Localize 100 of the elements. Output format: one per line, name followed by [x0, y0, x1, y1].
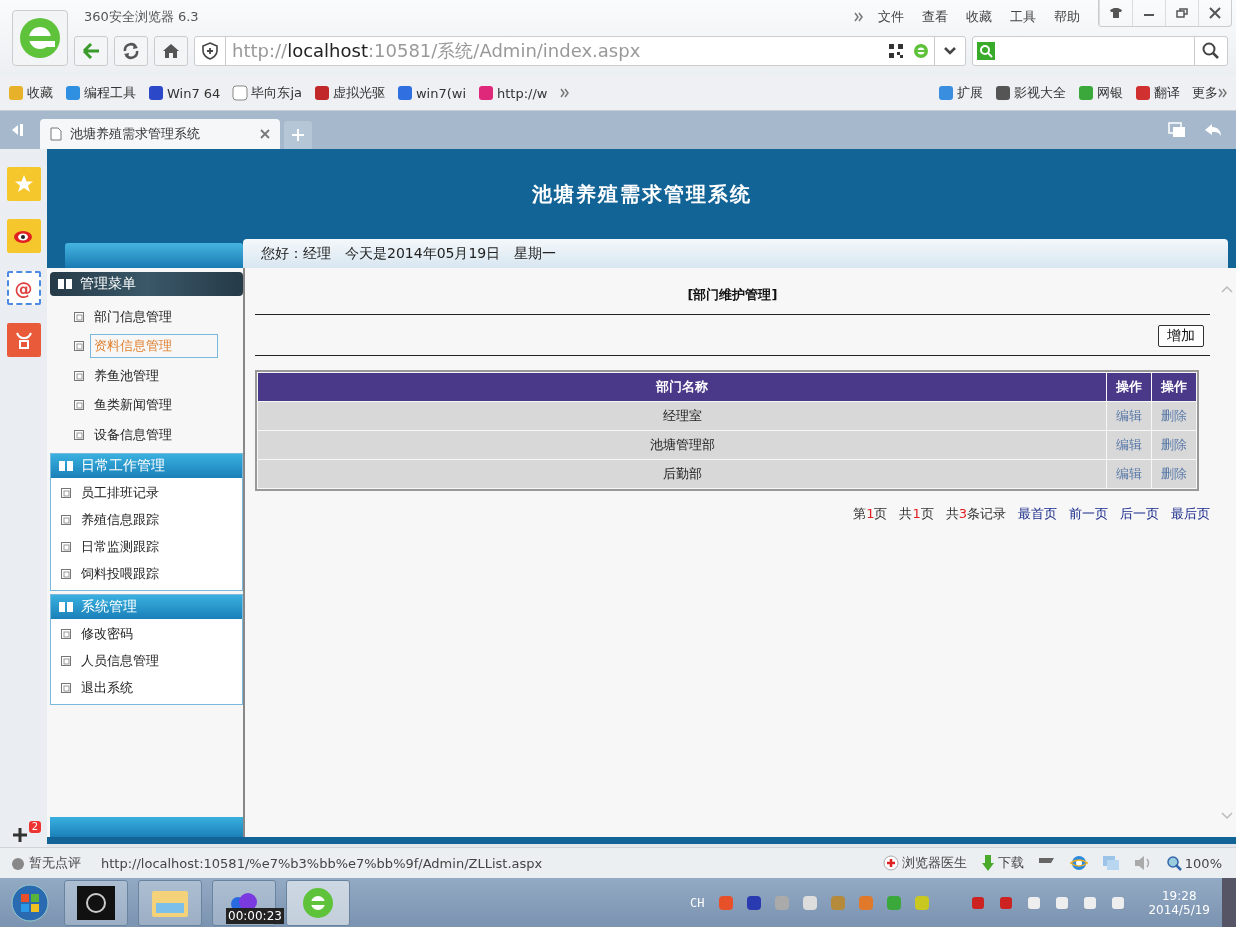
- page-icon: [61, 569, 71, 579]
- menu-item[interactable]: 文件: [878, 8, 904, 26]
- volume-icon[interactable]: [1133, 855, 1152, 871]
- pager-link[interactable]: 前一页: [1069, 505, 1108, 523]
- add-button[interactable]: 增加: [1158, 325, 1204, 347]
- toolbar-icon: [995, 85, 1011, 101]
- medical-cross-icon: [882, 855, 899, 871]
- pager-link[interactable]: 最后页: [1171, 505, 1210, 523]
- menu-section-header[interactable]: 管理菜单: [50, 272, 243, 296]
- window-title: 360安全浏览器 6.3: [84, 8, 199, 26]
- bookmark-icon: [148, 85, 164, 101]
- double-chevron-icon[interactable]: [559, 88, 570, 98]
- start-button[interactable]: [10, 882, 50, 923]
- undo-icon[interactable]: [1204, 123, 1222, 137]
- back-arrow-icon: [82, 43, 100, 59]
- tray-icon[interactable]: [746, 894, 763, 911]
- eye-icon[interactable]: [6, 219, 41, 253]
- menu-link[interactable]: 人员信息管理: [77, 649, 163, 673]
- back-button[interactable]: [74, 36, 108, 66]
- menu-link[interactable]: 养鱼池管理: [90, 363, 163, 388]
- bookmark-icon: [232, 85, 249, 101]
- welcome-text: 您好：经理 今天是2014年05月19日 星期一: [243, 239, 1228, 268]
- download-item[interactable]: 下载: [980, 854, 1024, 872]
- menu-link[interactable]: 员工排班记录: [77, 481, 163, 505]
- new-tab-button[interactable]: [284, 121, 312, 149]
- menu-link[interactable]: 部门信息管理: [90, 304, 176, 329]
- menu-link[interactable]: 设备信息管理: [90, 422, 176, 447]
- bookmark-item[interactable]: 虚拟光驱: [313, 84, 385, 102]
- bookmark-icon: [65, 85, 81, 101]
- address-bar[interactable]: http://localhost:10581/系统/Admin/index.aspx: [194, 36, 966, 66]
- bookmark-item[interactable]: 编程工具: [65, 84, 136, 102]
- scroll-up-icon[interactable]: [1220, 284, 1234, 294]
- column-header: 操作: [1152, 373, 1196, 401]
- refresh-button[interactable]: [114, 36, 148, 66]
- search-engine-icon[interactable]: [977, 42, 995, 60]
- menu-link[interactable]: 养殖信息跟踪: [77, 508, 163, 532]
- zoom-level[interactable]: 100%: [1165, 855, 1222, 871]
- home-button[interactable]: [154, 36, 188, 66]
- add-icon[interactable]: [11, 827, 28, 843]
- tray-icon[interactable]: [998, 894, 1015, 911]
- tray-icon[interactable]: [1026, 894, 1043, 911]
- tray-icon[interactable]: [970, 894, 987, 911]
- search-field[interactable]: [972, 36, 1228, 66]
- magnifier-icon: [1165, 855, 1182, 871]
- scroll-down-icon[interactable]: [1220, 811, 1234, 821]
- pager-link[interactable]: 最首页: [1018, 505, 1057, 523]
- mail-button[interactable]: @: [6, 271, 41, 305]
- menu-item[interactable]: 帮助: [1054, 8, 1080, 26]
- tray-icon[interactable]: [1082, 894, 1099, 911]
- status-url: http://localhost:10581/%e7%b3%bb%e7%bb%9f/Admin/ZLList.aspx: [101, 855, 543, 871]
- bookmark-item[interactable]: http://w: [478, 85, 548, 101]
- bookmark-item[interactable]: Win7 64: [148, 85, 221, 101]
- table-cell: 池塘管理部: [258, 431, 1106, 459]
- caret-icon: [943, 46, 957, 56]
- table-cell: 后勤部: [258, 460, 1106, 488]
- shopping-bag-icon[interactable]: [6, 323, 41, 357]
- pager-link[interactable]: 后一页: [1120, 505, 1159, 523]
- section-icon: [59, 459, 75, 472]
- browser-doctor-item[interactable]: 浏览器医生: [882, 854, 967, 872]
- toolbar-item[interactable]: 翻译: [1135, 84, 1180, 102]
- search-icon: [1202, 42, 1220, 60]
- pager-count: 共3条记录: [945, 505, 1006, 523]
- close-icon[interactable]: [260, 129, 270, 139]
- bookmark-item[interactable]: 收藏: [8, 84, 53, 102]
- page-icon: [74, 400, 84, 411]
- tray-icon[interactable]: [1110, 894, 1127, 911]
- menu-link[interactable]: 饲料投喂跟踪: [77, 562, 163, 586]
- taskbar-button[interactable]: [64, 879, 128, 926]
- menu-item[interactable]: 收藏: [966, 8, 992, 26]
- menu-item[interactable]: 查看: [922, 8, 948, 26]
- double-chevron-icon[interactable]: [854, 12, 864, 22]
- toolbar-item[interactable]: 扩展: [938, 84, 983, 102]
- page-icon: [61, 515, 71, 525]
- section-title: [部门维护管理]: [686, 286, 779, 304]
- table-cell: 经理室: [258, 402, 1106, 430]
- toolbar-item[interactable]: 更多: [1192, 84, 1228, 102]
- menu-item[interactable]: 工具: [1010, 8, 1036, 26]
- browser-tab[interactable]: 池塘养殖需求管理系统: [40, 119, 280, 149]
- toolbar-item[interactable]: 网银: [1078, 84, 1123, 102]
- download-arrow-icon: [980, 854, 995, 872]
- toolbar-item[interactable]: 影视大全: [995, 84, 1066, 102]
- windows-icon[interactable]: [1101, 855, 1120, 871]
- menu-link[interactable]: 修改密码: [77, 622, 137, 646]
- plus-icon: [292, 129, 304, 141]
- browser-mode-icon[interactable]: [912, 42, 930, 60]
- tray-icon[interactable]: [802, 894, 819, 911]
- page-icon: [61, 542, 71, 552]
- tray-icon[interactable]: [1054, 894, 1071, 911]
- qr-code-icon[interactable]: [888, 43, 904, 59]
- home-icon: [162, 43, 180, 59]
- toolbar-icon: [1078, 85, 1094, 101]
- tray-icon[interactable]: [914, 894, 931, 911]
- menu-link[interactable]: 退出系统: [77, 676, 137, 700]
- menu-link[interactable]: 日常监测跟踪: [77, 535, 163, 559]
- rating-item[interactable]: 暂无点评: [10, 854, 81, 872]
- bookmark-item[interactable]: 毕向东ja: [232, 84, 302, 102]
- menu-link[interactable]: 鱼类新闻管理: [90, 393, 176, 418]
- tab-groups-icon[interactable]: [1168, 122, 1186, 138]
- refresh-icon: [122, 42, 140, 60]
- bookmark-item[interactable]: win7(wi: [396, 85, 467, 101]
